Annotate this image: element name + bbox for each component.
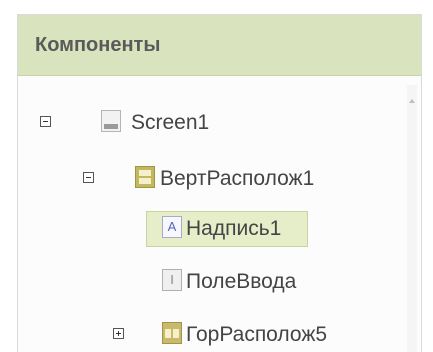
- tree-item-label: ВертРасполож1: [160, 167, 315, 190]
- screen-icon: [101, 110, 121, 132]
- tree-item-label: ПолеВвода: [186, 270, 297, 293]
- tree-item-textbox[interactable]: I ПолеВвода: [146, 264, 346, 298]
- tree-item-screen1[interactable]: Screen1: [18, 105, 398, 139]
- label-icon: A: [162, 216, 182, 238]
- tree-item-label: ГорРасполож5: [186, 323, 328, 346]
- horizontal-arrangement-icon: [162, 322, 182, 344]
- tree-scrollbar[interactable]: [407, 85, 417, 352]
- components-panel: Компоненты Screen1 ВертРасполож1 A Надпи…: [17, 14, 422, 352]
- collapse-toggle-icon[interactable]: [40, 116, 51, 127]
- collapse-toggle-icon[interactable]: [83, 172, 94, 183]
- tree-item-vertarrangement1[interactable]: ВертРасполож1: [18, 161, 398, 195]
- tree-item-label: Screen1: [131, 111, 210, 134]
- textbox-icon: I: [162, 269, 182, 291]
- tree-item-label1[interactable]: A Надпись1: [146, 211, 308, 247]
- panel-header: Компоненты: [18, 15, 421, 76]
- panel-title: Компоненты: [35, 34, 161, 56]
- vertical-arrangement-icon: [135, 166, 155, 188]
- scroll-up-arrow-icon[interactable]: [409, 99, 415, 103]
- tree-item-label: Надпись1: [186, 217, 282, 240]
- tree-item-horarrangement5[interactable]: ГорРасполож5: [18, 317, 398, 351]
- expand-toggle-icon[interactable]: [113, 328, 124, 339]
